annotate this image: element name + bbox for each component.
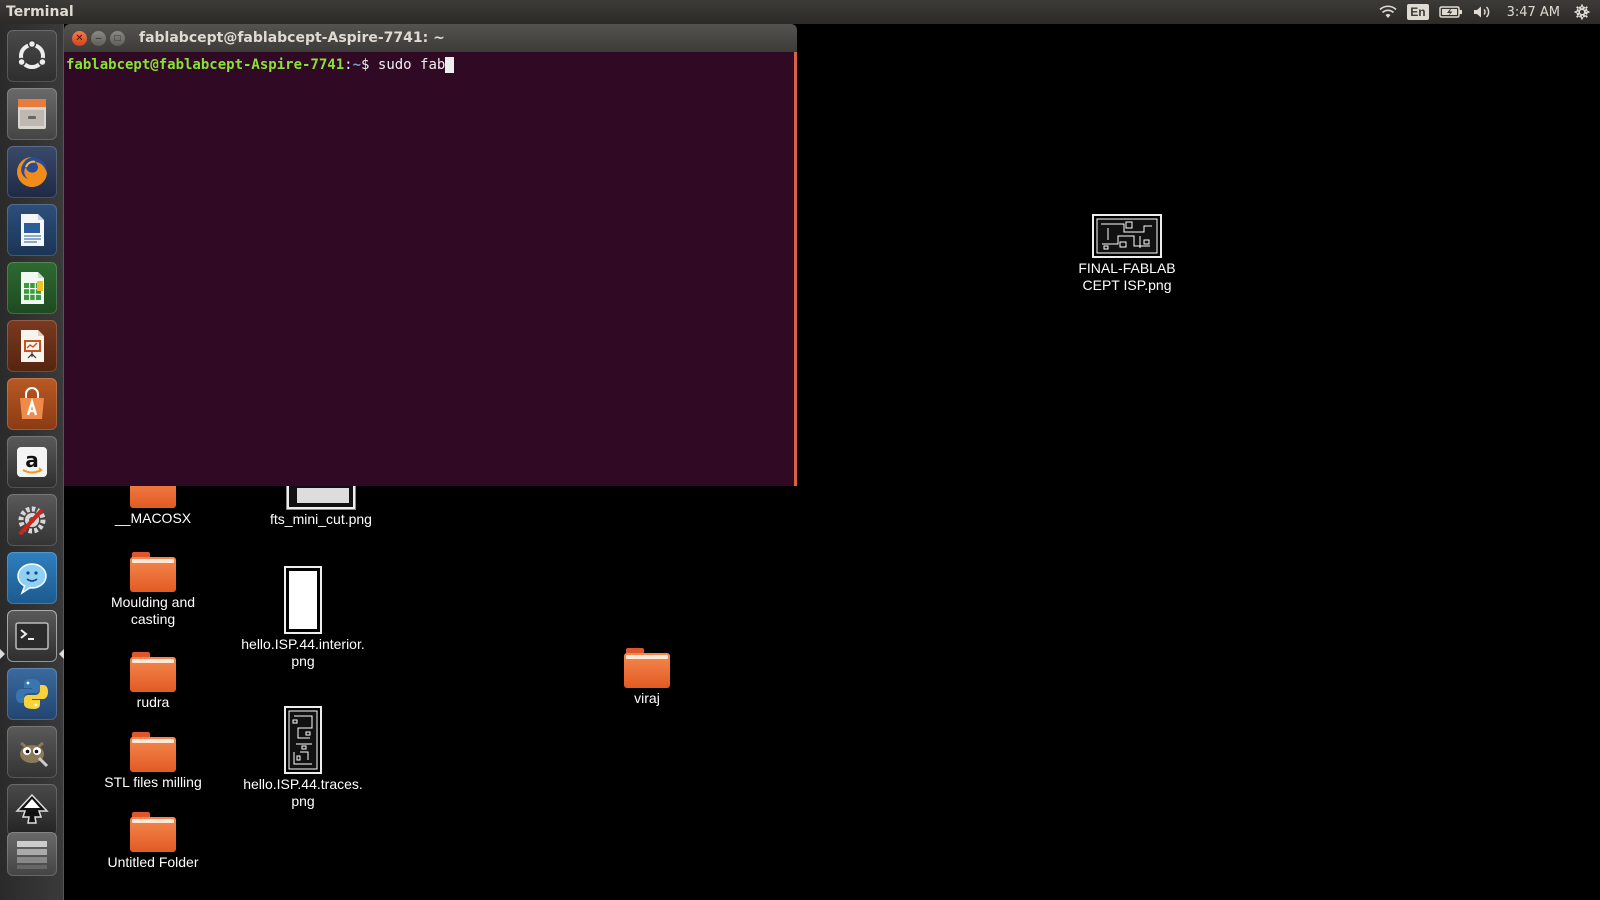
desktop-folder-viraj[interactable]: viraj [577, 648, 717, 707]
desktop-icon-label: Untitled Folder [107, 854, 199, 870]
desktop-icon-label: rudra [136, 694, 170, 710]
top-panel: Terminal En 3:47 AM [0, 0, 1600, 24]
battery-icon[interactable] [1438, 5, 1463, 19]
wifi-icon[interactable] [1379, 5, 1397, 19]
terminal-button[interactable] [7, 610, 57, 662]
active-indicator-right [59, 649, 64, 659]
gear-icon[interactable] [1574, 4, 1590, 20]
desktop-folder-untitled[interactable]: Untitled Folder [83, 812, 223, 871]
app-title: Terminal [6, 4, 74, 20]
amazon-icon: a [17, 447, 47, 477]
gimp-button[interactable] [7, 726, 57, 778]
launcher: a [0, 24, 64, 900]
image-thumbnail-icon [1092, 214, 1162, 258]
desktop-icon-label: hello.ISP.44.interior. png [241, 636, 365, 669]
python-button[interactable] [7, 668, 57, 720]
image-thumbnail-icon [284, 706, 322, 774]
folder-icon [130, 552, 176, 592]
desktop-file-final-fablab[interactable]: FINAL-FABLAB CEPT ISP.png [1057, 214, 1197, 294]
chat-icon [17, 563, 47, 595]
desktop-icon-label: FINAL-FABLAB CEPT ISP.png [1078, 260, 1176, 293]
clock[interactable]: 3:47 AM [1507, 5, 1560, 20]
impress-button[interactable] [7, 320, 57, 372]
close-icon: ✕ [75, 32, 84, 44]
desktop-folder-stl-files[interactable]: STL files milling [83, 732, 223, 791]
desktop-icon-label: Moulding and casting [110, 594, 196, 627]
firefox-icon [17, 157, 47, 187]
desktop-folder-moulding[interactable]: Moulding and casting [83, 552, 223, 628]
settings-icon [18, 506, 46, 535]
desktop-folder-macosx[interactable]: __MACOSX [83, 482, 223, 527]
indicator-area: En 3:47 AM [1379, 0, 1600, 24]
prompt-separator: : [344, 57, 353, 73]
workspaces-button[interactable] [7, 832, 57, 876]
impress-icon [21, 330, 44, 362]
gimp-icon [20, 741, 49, 768]
desktop-file-interior[interactable]: hello.ISP.44.interior. png [233, 566, 373, 670]
terminal-prompt-line: fablabcept@fablabcept-Aspire-7741:~$ sud… [66, 56, 792, 74]
terminal-content[interactable]: fablabcept@fablabcept-Aspire-7741:~$ sud… [64, 52, 797, 486]
prompt-user: fablabcept@fablabcept-Aspire-7741 [66, 57, 345, 73]
calc-button[interactable] [7, 262, 57, 314]
software-center-button[interactable] [7, 378, 57, 430]
prompt-path: ~ [352, 57, 362, 73]
folder-icon [130, 652, 176, 692]
folder-icon [130, 732, 176, 772]
terminal-title: fablabcept@fablabcept-Aspire-7741: ~ [139, 30, 445, 46]
desktop-folder-rudra[interactable]: rudra [83, 652, 223, 711]
maximize-button[interactable]: □ [110, 30, 125, 46]
keyboard-layout-indicator[interactable]: En [1407, 4, 1429, 20]
svg-text:a: a [25, 448, 39, 472]
desktop-icon-label: viraj [634, 690, 660, 706]
python-icon [16, 679, 48, 709]
close-button[interactable]: ✕ [72, 30, 87, 46]
inkscape-icon [15, 793, 49, 824]
text-cursor [445, 57, 455, 73]
firefox-button[interactable] [7, 146, 57, 198]
desktop-icon-label: STL files milling [104, 774, 202, 790]
terminal-titlebar[interactable]: ✕ – □ fablabcept@fablabcept-Aspire-7741:… [64, 24, 797, 52]
image-thumbnail-icon [286, 481, 356, 510]
file-cabinet-icon [18, 99, 46, 129]
terminal-window[interactable]: ✕ – □ fablabcept@fablabcept-Aspire-7741:… [64, 24, 797, 486]
desktop-file-traces[interactable]: hello.ISP.44.traces. png [233, 706, 373, 810]
calc-icon [21, 272, 44, 304]
workspaces-icon [17, 841, 47, 869]
volume-icon[interactable] [1473, 5, 1493, 19]
dash-home-button[interactable] [7, 30, 57, 82]
folder-icon [130, 812, 176, 852]
terminal-icon [15, 622, 49, 650]
typed-command: sudo fab [369, 57, 446, 73]
desktop-icon-label: fts_mini_cut.png [270, 511, 372, 527]
system-settings-button[interactable] [7, 494, 57, 546]
active-indicator-left [0, 649, 5, 659]
software-center-icon [20, 387, 44, 419]
desktop-file-fts-mini-cut[interactable]: fts_mini_cut.png [251, 481, 391, 528]
writer-icon [21, 214, 44, 246]
maximize-icon: □ [114, 32, 121, 44]
minimize-button[interactable]: – [91, 30, 106, 46]
files-button[interactable] [7, 88, 57, 140]
ubuntu-logo-icon [17, 39, 47, 69]
minimize-icon: – [95, 32, 102, 44]
desktop-icon-label: __MACOSX [114, 510, 192, 526]
desktop-icon-label: hello.ISP.44.traces. png [243, 776, 363, 809]
folder-icon [624, 648, 670, 688]
writer-button[interactable] [7, 204, 57, 256]
empathy-button[interactable] [7, 552, 57, 604]
inkscape-button[interactable] [7, 784, 57, 836]
amazon-button[interactable]: a [7, 436, 57, 488]
image-thumbnail-icon [284, 566, 322, 634]
